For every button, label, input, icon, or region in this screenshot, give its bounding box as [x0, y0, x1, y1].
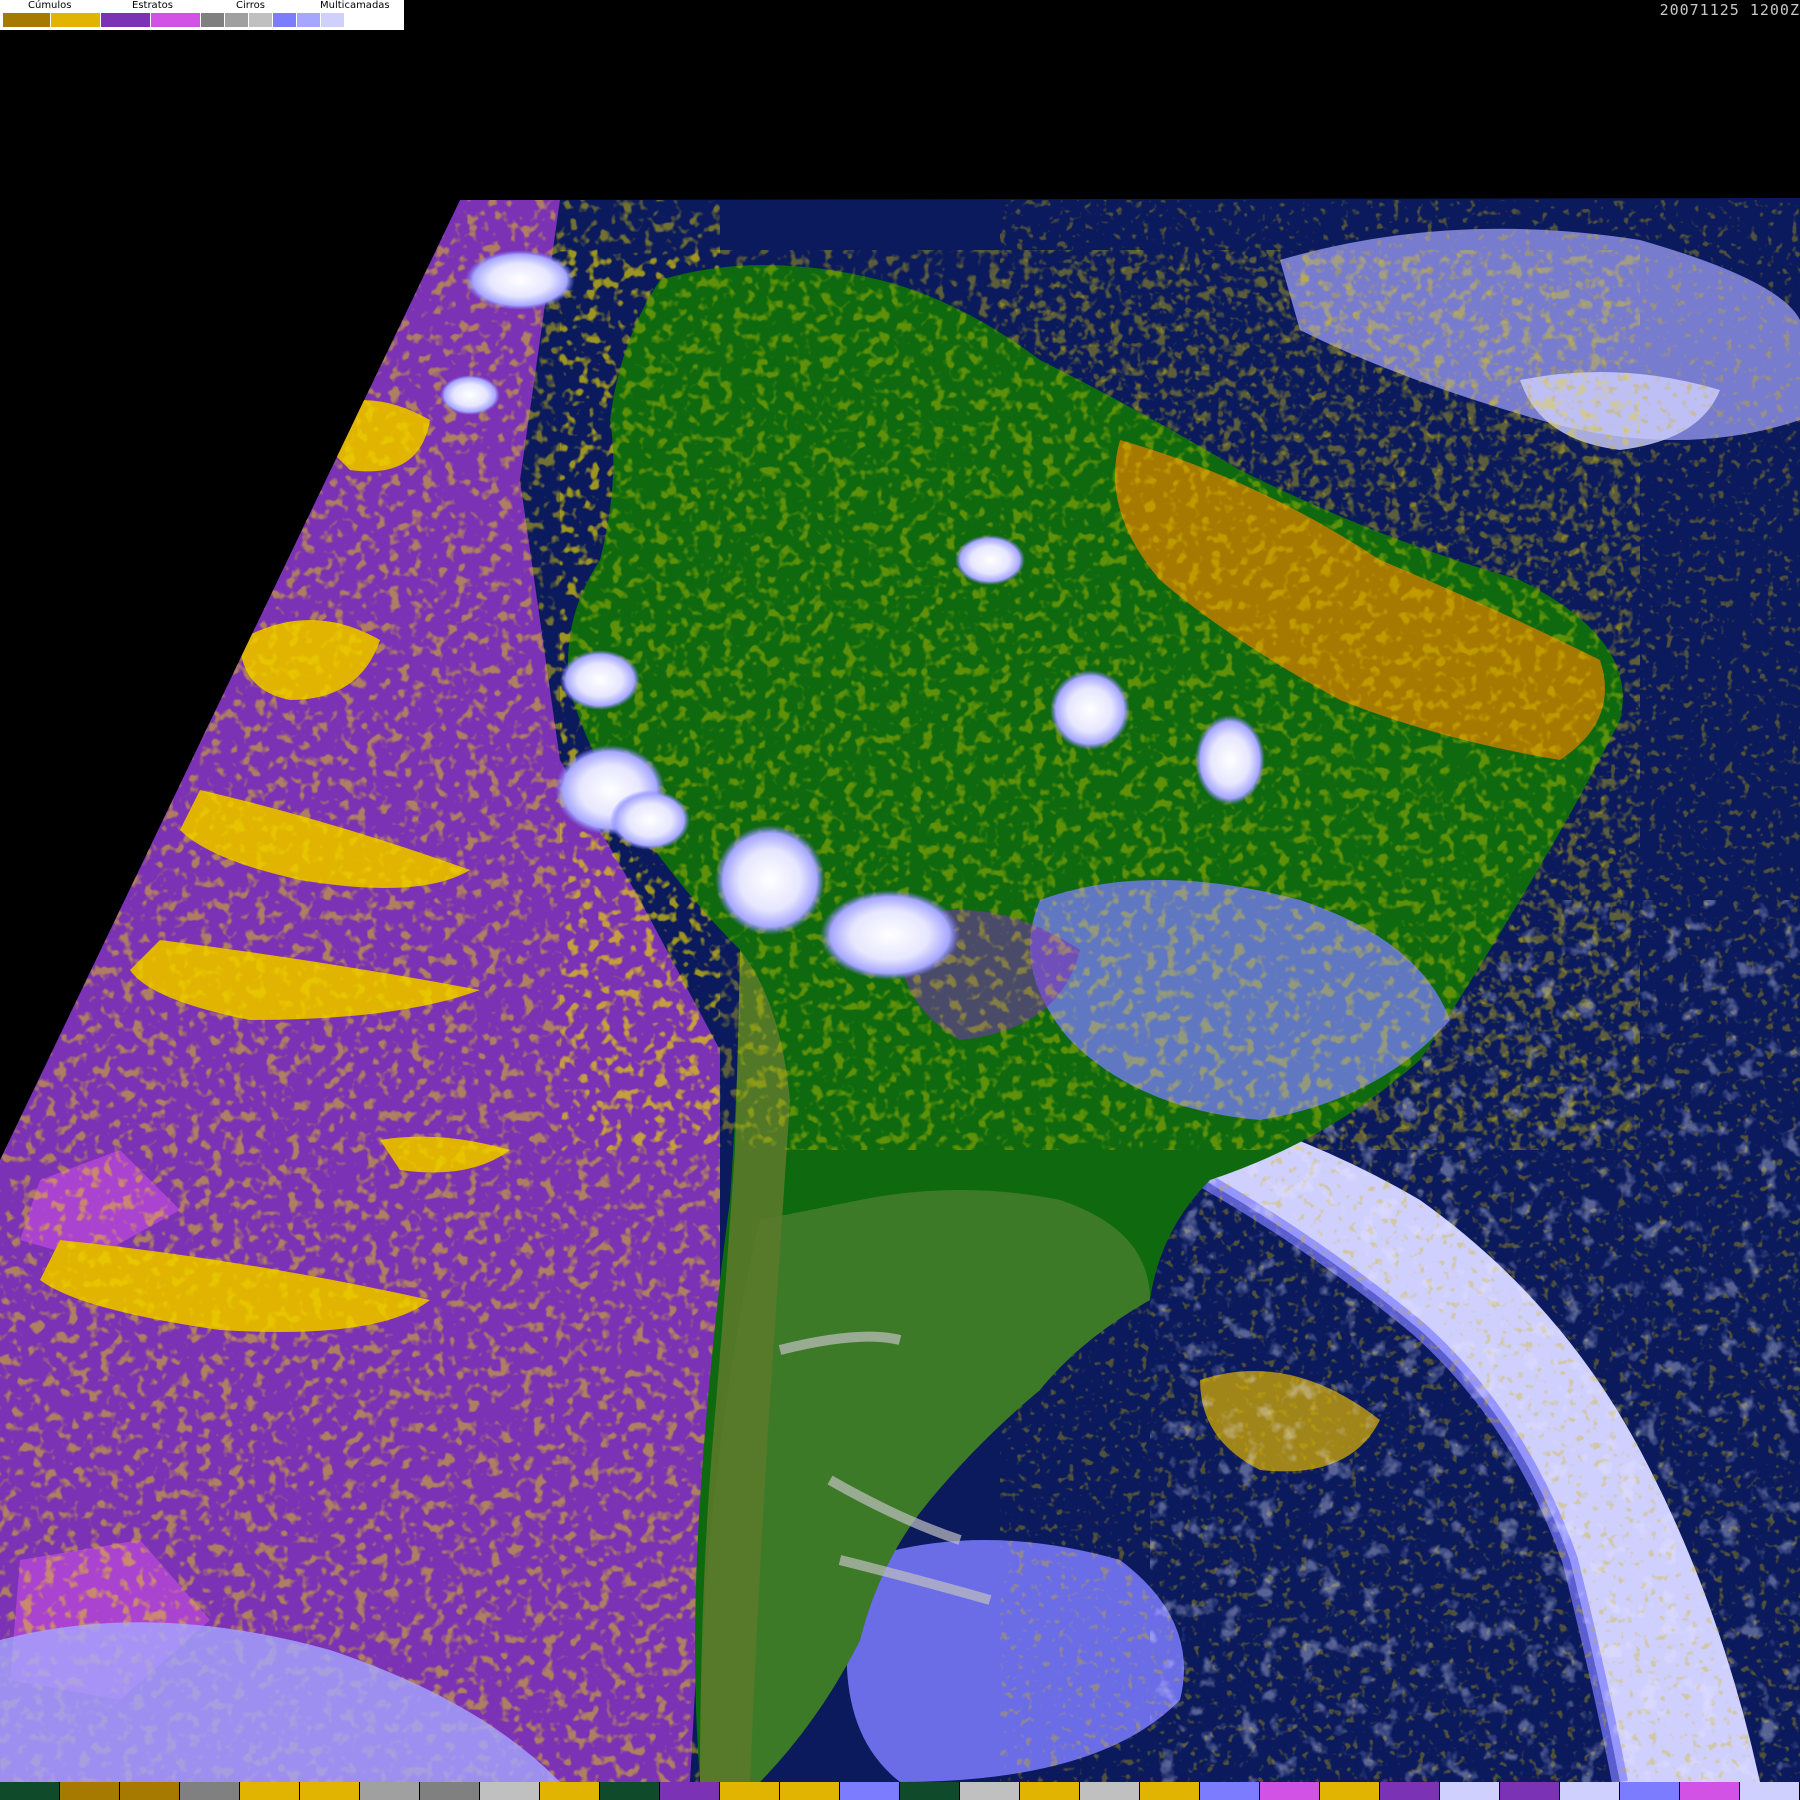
color-bar-segment — [1380, 1782, 1440, 1800]
color-bar-segment — [1020, 1782, 1080, 1800]
color-bar-segment — [1320, 1782, 1380, 1800]
color-bar-segment — [0, 1782, 60, 1800]
color-bar-segment — [360, 1782, 420, 1800]
color-bar-segment — [1260, 1782, 1320, 1800]
color-bar-segment — [780, 1782, 840, 1800]
color-bar-segment — [1140, 1782, 1200, 1800]
color-bar-segment — [1200, 1782, 1260, 1800]
color-bar-segment — [60, 1782, 120, 1800]
color-bar-segment — [840, 1782, 900, 1800]
color-bar-segment — [180, 1782, 240, 1800]
color-bar-segment — [240, 1782, 300, 1800]
color-bar-segment — [1560, 1782, 1620, 1800]
bottom-color-bar — [0, 1782, 1800, 1800]
color-bar-segment — [720, 1782, 780, 1800]
color-bar-segment — [900, 1782, 960, 1800]
color-bar-segment — [1080, 1782, 1140, 1800]
color-bar-segment — [120, 1782, 180, 1800]
color-bar-segment — [540, 1782, 600, 1800]
color-bar-segment — [1620, 1782, 1680, 1800]
color-bar-segment — [300, 1782, 360, 1800]
color-bar-segment — [600, 1782, 660, 1800]
color-bar-segment — [1500, 1782, 1560, 1800]
color-bar-segment — [480, 1782, 540, 1800]
color-bar-segment — [660, 1782, 720, 1800]
satellite-cloud-map — [0, 198, 1800, 1782]
satellite-footprint — [0, 198, 1800, 1782]
color-bar-segment — [1680, 1782, 1740, 1800]
color-bar-segment — [960, 1782, 1020, 1800]
color-bar-segment — [1440, 1782, 1500, 1800]
color-bar-segment — [420, 1782, 480, 1800]
color-bar-segment — [1740, 1782, 1800, 1800]
